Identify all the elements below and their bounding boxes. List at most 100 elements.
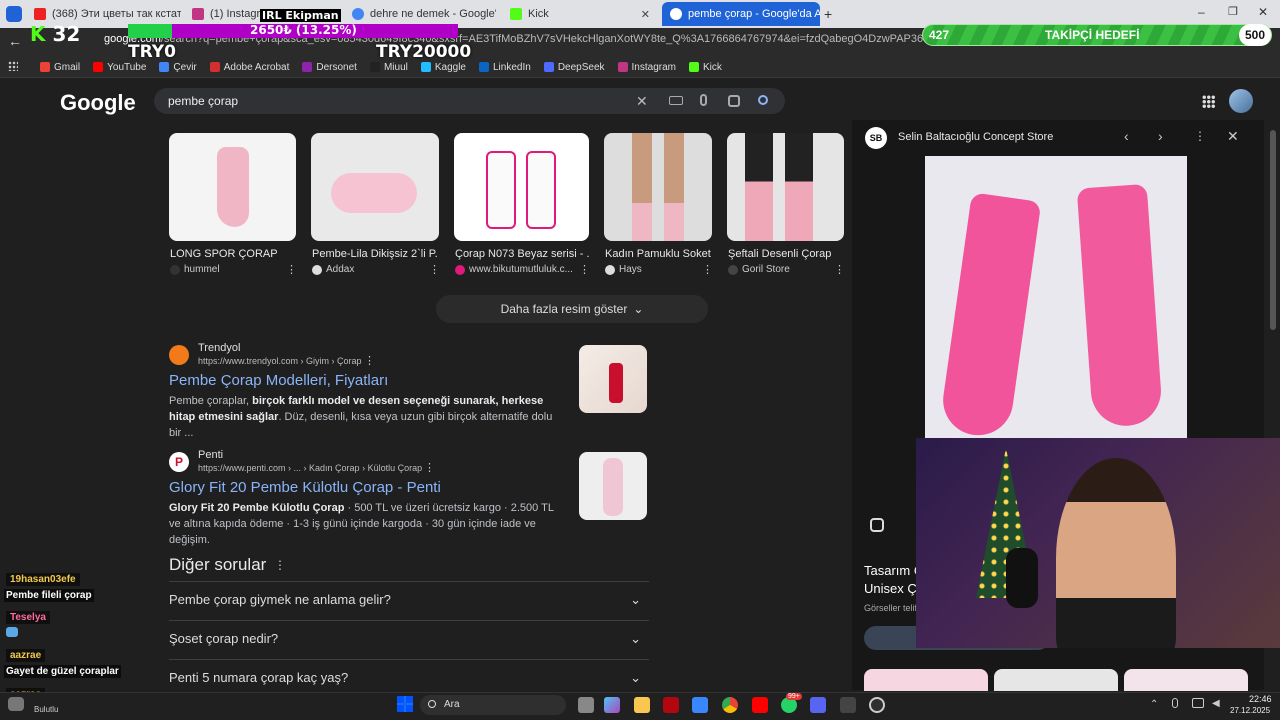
more-options-icon[interactable]: ⋮ xyxy=(702,263,713,276)
image-thumbnail[interactable] xyxy=(604,133,712,241)
image-thumbnail[interactable] xyxy=(311,133,439,241)
result-site-name[interactable]: Penti xyxy=(198,449,223,461)
bookmark-item[interactable]: Gmail xyxy=(40,62,80,73)
result-title[interactable]: Glory Fit 20 Pembe Külotlu Çorap - Penti xyxy=(169,479,441,496)
google-apps-icon[interactable] xyxy=(1202,95,1215,108)
close-icon[interactable]: ✕ xyxy=(1227,128,1239,145)
minimize-button[interactable]: – xyxy=(1198,5,1205,19)
more-images-button[interactable]: Daha fazla resim göster ⌄ xyxy=(436,295,708,323)
tab-google-pembe-corap[interactable]: pembe çorap - Google'da Ara✕ xyxy=(662,2,820,26)
microphone-icon[interactable] xyxy=(700,94,707,106)
network-icon[interactable] xyxy=(1192,698,1204,708)
image-title[interactable]: Çorap N073 Beyaz serisi - ... xyxy=(455,248,589,260)
bookmark-item[interactable]: Dersonet xyxy=(302,62,357,73)
new-tab-button[interactable]: + xyxy=(824,6,832,22)
more-options-icon[interactable]: ⋮ xyxy=(834,263,845,276)
microphone-icon[interactable] xyxy=(1172,698,1178,708)
bookmark-item[interactable]: Miuul xyxy=(369,62,408,73)
image-source[interactable]: Hays xyxy=(605,264,642,275)
image-source[interactable]: www.bikutumutluluk.c... xyxy=(455,264,573,275)
clock-date[interactable]: 27.12.2025 xyxy=(1230,706,1270,715)
image-thumbnail[interactable] xyxy=(454,133,589,241)
store-icon[interactable] xyxy=(692,697,708,713)
more-options-icon[interactable]: ⋮ xyxy=(424,461,435,474)
chevron-right-icon[interactable]: › xyxy=(1158,128,1163,144)
image-source[interactable]: hummel xyxy=(170,264,220,275)
weather-text[interactable]: Bulutlu xyxy=(34,705,58,714)
bookmark-item[interactable]: Kick xyxy=(688,62,722,73)
related-thumbnail[interactable] xyxy=(1124,669,1248,691)
netflix-icon[interactable] xyxy=(663,697,679,713)
clear-icon[interactable]: ✕ xyxy=(636,93,648,110)
image-source[interactable]: Addax xyxy=(312,264,354,275)
more-options-icon[interactable]: ⋮ xyxy=(579,263,590,276)
obs-icon[interactable] xyxy=(869,697,885,713)
bookmark-item[interactable]: Adobe Acrobat xyxy=(209,62,289,73)
close-icon[interactable]: ✕ xyxy=(641,8,650,21)
image-title[interactable]: Şeftali Desenli Çorap xyxy=(728,248,844,260)
tab-search-button[interactable] xyxy=(6,6,22,22)
chat-username: 19hasan03efe xyxy=(6,573,80,586)
result-url[interactable]: https://www.penti.com › ... › Kadın Çora… xyxy=(198,463,422,473)
discord-icon[interactable] xyxy=(810,697,826,713)
paa-question[interactable]: Şoset çorap nedir? ⌄ xyxy=(169,620,649,656)
image-source[interactable]: Goril Store xyxy=(728,264,790,275)
tab-google-dehre[interactable]: dehre ne demek - Google'da A✕ xyxy=(344,2,496,26)
bookmark-item[interactable]: Instagram xyxy=(617,62,676,73)
volume-icon[interactable]: ◀ xyxy=(1212,698,1220,709)
result-thumbnail[interactable] xyxy=(579,452,647,520)
back-button[interactable]: ← xyxy=(8,33,22,49)
paa-question[interactable]: Penti 5 numara çorap kaç yaş? ⌄ xyxy=(169,659,649,695)
more-options-icon[interactable]: ⋮ xyxy=(286,263,297,276)
chevron-left-icon[interactable]: ‹ xyxy=(1124,128,1129,144)
more-options-icon[interactable]: ⋮ xyxy=(1194,129,1206,143)
lens-icon[interactable] xyxy=(728,95,740,107)
weather-icon[interactable] xyxy=(8,697,24,711)
google-logo[interactable]: Google xyxy=(60,90,136,116)
result-site-name[interactable]: Trendyol xyxy=(198,342,240,354)
chevron-up-icon[interactable]: ⌃ xyxy=(1150,699,1158,710)
file-explorer-icon[interactable] xyxy=(634,697,650,713)
image-title[interactable]: Pembe-Lila Dikişsiz 2`li P... xyxy=(312,248,438,260)
apps-icon[interactable] xyxy=(8,61,18,71)
tab-kick[interactable]: Kick ✕ xyxy=(502,2,658,26)
related-thumbnail[interactable] xyxy=(994,669,1118,691)
avatar[interactable] xyxy=(1229,89,1253,113)
more-options-icon[interactable]: ⋮ xyxy=(429,263,440,276)
image-title[interactable]: Kadın Pamuklu Soket... xyxy=(605,248,711,260)
result-url[interactable]: https://www.trendyol.com › Giyim › Çorap xyxy=(198,356,362,366)
keyboard-icon[interactable] xyxy=(669,96,683,105)
close-window-button[interactable]: ✕ xyxy=(1258,5,1268,19)
result-thumbnail[interactable] xyxy=(579,345,647,413)
more-options-icon[interactable]: ⋮ xyxy=(274,558,286,572)
more-options-icon[interactable]: ⋮ xyxy=(364,354,375,367)
clock-time[interactable]: 22:46 xyxy=(1249,694,1272,704)
task-view-icon[interactable] xyxy=(578,697,594,713)
copilot-icon[interactable] xyxy=(604,697,620,713)
bookmark-item[interactable]: LinkedIn xyxy=(479,62,531,73)
bookmark-item[interactable]: Kaggle xyxy=(420,62,466,73)
scrollbar[interactable] xyxy=(1270,130,1276,330)
app-icon[interactable] xyxy=(840,697,856,713)
paa-question[interactable]: Pembe çorap giymek ne anlama gelir? ⌄ xyxy=(169,581,649,617)
image-thumbnail[interactable] xyxy=(727,133,844,241)
bookmark-item[interactable]: Çevir xyxy=(159,62,197,73)
start-icon[interactable] xyxy=(397,696,413,712)
image-title[interactable]: LONG SPOR ÇORAP xyxy=(170,248,290,260)
lens-icon[interactable] xyxy=(870,518,884,532)
youtube-icon[interactable] xyxy=(752,697,768,713)
preview-image[interactable] xyxy=(925,156,1187,438)
related-thumbnail[interactable] xyxy=(864,669,988,691)
legs-image xyxy=(785,133,813,241)
goal-min-label: TRY0 xyxy=(128,42,176,62)
image-thumbnail[interactable] xyxy=(169,133,296,241)
bookmark-item[interactable]: DeepSeek xyxy=(543,62,605,73)
chrome-icon[interactable] xyxy=(722,697,738,713)
store-name[interactable]: Selin Baltacıoğlu Concept Store xyxy=(898,131,1053,143)
result-title[interactable]: Pembe Çorap Modelleri, Fiyatları xyxy=(169,372,388,389)
search-icon[interactable] xyxy=(758,95,768,105)
search-input[interactable]: pembe çorap ✕ xyxy=(154,88,785,114)
taskbar-search[interactable]: Ara xyxy=(420,695,566,715)
bookmark-item[interactable]: YouTube xyxy=(93,62,146,73)
maximize-button[interactable]: ❐ xyxy=(1228,5,1238,18)
